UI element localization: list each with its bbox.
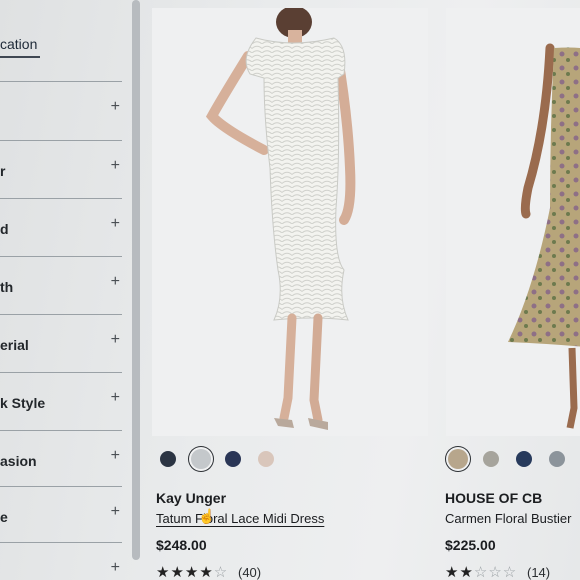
- expand-plus-icon[interactable]: +: [111, 331, 120, 349]
- filter-row-2[interactable]: r +: [0, 140, 122, 199]
- expand-plus-icon[interactable]: +: [111, 389, 120, 407]
- expand-plus-icon[interactable]: +: [111, 215, 120, 233]
- filter-label: r: [0, 163, 6, 179]
- expand-plus-icon[interactable]: +: [111, 447, 120, 465]
- color-swatch-grey[interactable]: [483, 451, 499, 467]
- filter-row-7[interactable]: asion +: [0, 430, 122, 489]
- sidebar-header[interactable]: cation: [0, 36, 37, 52]
- filter-label: d: [0, 221, 9, 237]
- expand-plus-icon[interactable]: +: [111, 98, 120, 116]
- color-swatch-taupe-selected[interactable]: [448, 449, 468, 469]
- filter-row-6[interactable]: k Style +: [0, 372, 122, 431]
- filter-row-9[interactable]: +: [0, 542, 122, 580]
- color-swatch-slate[interactable]: [549, 451, 565, 467]
- product-image-2[interactable]: [446, 8, 580, 436]
- product-name-link[interactable]: Carmen Floral Bustier: [445, 511, 571, 526]
- color-swatch-navy[interactable]: [160, 451, 176, 467]
- rating-count[interactable]: (40): [238, 565, 261, 580]
- product-name-link[interactable]: Tatum Floral Lace Midi Dress: [156, 511, 324, 526]
- rating-stars: ★★★★☆: [156, 564, 229, 580]
- floral-bustier-dress-illustration: [508, 43, 580, 429]
- filter-row-5[interactable]: erial +: [0, 314, 122, 373]
- color-swatch-navy[interactable]: [516, 451, 532, 467]
- rating-stars: ★★☆☆☆: [445, 564, 518, 580]
- filter-label: asion: [0, 453, 37, 469]
- product-price: $225.00: [445, 537, 496, 553]
- hand-pointer-icon: ☝: [198, 508, 216, 524]
- expand-plus-icon[interactable]: +: [111, 157, 120, 175]
- product-image-1[interactable]: [152, 8, 428, 436]
- product-price: $248.00: [156, 537, 207, 553]
- sidebar-header-underline: [0, 56, 40, 58]
- product-brand[interactable]: HOUSE OF CB: [445, 490, 542, 506]
- filter-row-8[interactable]: e +: [0, 486, 122, 545]
- screen: cation + r + d + th + erial + k Style + …: [0, 0, 580, 580]
- rating-count[interactable]: (14): [527, 565, 550, 580]
- white-lace-dress-illustration: [205, 8, 356, 430]
- filter-row-1[interactable]: +: [0, 81, 122, 140]
- filter-label: e: [0, 509, 8, 525]
- filter-row-4[interactable]: th +: [0, 256, 122, 315]
- expand-plus-icon[interactable]: +: [111, 559, 120, 577]
- filter-sidebar: cation + r + d + th + erial + k Style + …: [0, 0, 132, 580]
- filter-label: th: [0, 279, 14, 295]
- color-swatch-blue[interactable]: [225, 451, 241, 467]
- filter-label: erial: [0, 337, 29, 353]
- product-brand[interactable]: Kay Unger: [156, 490, 226, 506]
- filter-row-3[interactable]: d +: [0, 198, 122, 257]
- color-swatch-blush[interactable]: [258, 451, 274, 467]
- filter-label: k Style: [0, 395, 46, 411]
- expand-plus-icon[interactable]: +: [111, 273, 120, 291]
- color-swatch-white-selected[interactable]: [191, 449, 211, 469]
- expand-plus-icon[interactable]: +: [111, 503, 120, 521]
- sidebar-scrollbar[interactable]: [132, 0, 140, 560]
